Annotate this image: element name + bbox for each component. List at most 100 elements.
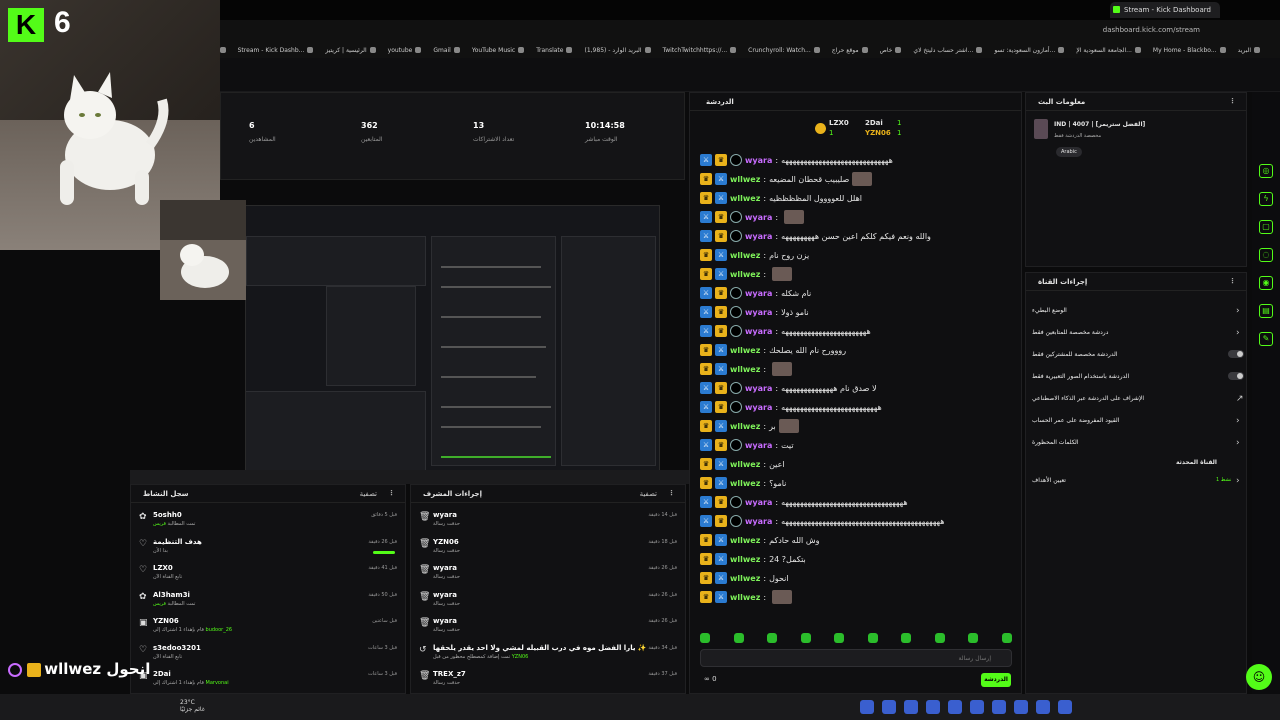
- bookmark-item[interactable]: My Home - Blackbo...: [1153, 47, 1226, 54]
- bookmark-item[interactable]: Gmail: [433, 47, 460, 54]
- chat-username[interactable]: wllwez: [730, 270, 760, 279]
- chat-username[interactable]: wyara: [745, 289, 772, 298]
- app-icon[interactable]: [904, 700, 918, 714]
- channel-action-row[interactable]: دردشة مخصصة للمتابعين فقط ›: [1032, 328, 1242, 349]
- chat-username[interactable]: wllwez: [730, 251, 760, 260]
- chat-username[interactable]: wllwez: [730, 175, 760, 184]
- more-icon[interactable]: ⋮: [1229, 277, 1236, 285]
- chat-message[interactable]: ⚔ ♛ wyara: هههههههههههههههههههههههههههههههه…: [700, 512, 944, 530]
- app-icon[interactable]: [860, 700, 874, 714]
- channel-action-row[interactable]: الكلمات المحظورة ›: [1032, 438, 1242, 459]
- log-row[interactable]: 🗑 YZN06 حذفت رسالة قبل 18 دقيقة: [411, 536, 685, 562]
- chat-username[interactable]: wllwez: [730, 555, 760, 564]
- chat-message[interactable]: ⚔ ♛ wyara: هههههههههههههههههههههههههههههه: [700, 151, 893, 169]
- chat-input[interactable]: إرسال رسالة: [700, 649, 1012, 667]
- bookmark-item[interactable]: YouTube Music: [472, 47, 525, 54]
- bookmark-item[interactable]: خاص: [880, 47, 902, 54]
- tools-icon[interactable]: ✎: [1259, 332, 1273, 346]
- chat-username[interactable]: wllwez: [730, 346, 760, 355]
- channel-action-row[interactable]: الدردشة باستخدام الصور التعبيرية فقط: [1032, 372, 1244, 393]
- chat-leaderboard[interactable]: LZX0 1 2Dai YZN06 1 1: [815, 117, 905, 143]
- log-row[interactable]: ↺ يارا الفضل موه في درب القبيله لمشي ولا …: [411, 642, 685, 668]
- app-icon[interactable]: [992, 700, 1006, 714]
- chat-bubble-fab-icon[interactable]: ☺: [1246, 664, 1272, 690]
- log-row[interactable]: ✿ 5oshh0 تمت المطالبة قريس قبل 5 دقائق: [131, 509, 405, 535]
- chat-message[interactable]: ⚔ ♛ wyara: لا صدق نام ههههههههههههههه: [700, 379, 877, 397]
- app-icon[interactable]: [948, 700, 962, 714]
- chat-username[interactable]: wllwez: [730, 574, 760, 583]
- chat-username[interactable]: wyara: [745, 441, 772, 450]
- chat-message[interactable]: ⚔ ♛ wyara:: [700, 208, 805, 226]
- chat-message[interactable]: ♛ ⚔ wllwez: وش الله حادكم: [700, 531, 819, 549]
- log-row[interactable]: 🗑 wyara حذفت رسالة قبل 26 دقيقة: [411, 615, 685, 641]
- chat-message[interactable]: ♛ ⚔ wllwez: اهلل للعوووول المظظظظيه: [700, 189, 862, 207]
- channel-action-row[interactable]: الإشراف على الدردشة عبر الذكاء الاصطناعي…: [1032, 394, 1244, 415]
- chat-username[interactable]: wllwez: [730, 194, 760, 203]
- tab-kick-dashboard[interactable]: Stream - Kick Dashboard: [1110, 2, 1220, 18]
- bookmark-item[interactable]: موقع حراج: [832, 47, 868, 54]
- emote-icon[interactable]: [934, 633, 945, 643]
- channel-action-row[interactable]: الوضع البطيء ›: [1032, 306, 1242, 327]
- log-row[interactable]: ♡ LZX0 تابع القناة الآن قبل 41 دقيقة: [131, 562, 405, 588]
- bookmark-item[interactable]: TwitchTwitchhttps://...: [663, 47, 737, 54]
- chat-message[interactable]: ♛ ⚔ wllwez: رووورح نام الله يصلحك: [700, 341, 846, 359]
- more-icon[interactable]: ⋮: [1229, 97, 1236, 105]
- stream-preview[interactable]: [245, 205, 660, 475]
- chat-username[interactable]: wyara: [745, 384, 772, 393]
- emote-icon[interactable]: [767, 633, 778, 643]
- chat-message[interactable]: ♛ ⚔ wllwez:24 ?بتكمل: [700, 550, 806, 568]
- bookmark-item[interactable]: Stream - Kick Dashb...: [238, 47, 314, 54]
- bookmark-item[interactable]: أمازون السعودية: تسو...: [994, 47, 1065, 54]
- chat-message[interactable]: ♛ ⚔ wllwez: نامو؟: [700, 474, 786, 492]
- chat-username[interactable]: wyara: [745, 232, 772, 241]
- toggle-switch[interactable]: [1228, 372, 1244, 380]
- bookmark-item[interactable]: الجامعة السعودية الإ...: [1076, 47, 1141, 54]
- camera-icon[interactable]: ◎: [1259, 164, 1273, 178]
- bookmark-item[interactable]: الرئيسية | كريتيز: [325, 47, 376, 54]
- emote-icon[interactable]: [968, 633, 979, 643]
- app-icon[interactable]: [970, 700, 984, 714]
- log-row[interactable]: ✿ Al3ham3i تمت المطالبة قريس قبل 50 دقيقة: [131, 589, 405, 615]
- more-icon[interactable]: ⋮: [668, 489, 675, 497]
- chat-message[interactable]: ⚔ ♛ wyara: هههههههههههههههههههههههههههههههه…: [700, 493, 908, 511]
- app-icon[interactable]: [926, 700, 940, 714]
- app-icon[interactable]: [1058, 700, 1072, 714]
- chat-message[interactable]: ⚔ ♛ wyara: والله ونعم فيكم كلكم اعين حسن هه…: [700, 227, 931, 245]
- chat-username[interactable]: wyara: [745, 308, 772, 317]
- address-bar[interactable]: dashboard.kick.com/stream: [220, 20, 1280, 42]
- broadcast-icon[interactable]: ◉: [1259, 276, 1273, 290]
- chat-message[interactable]: ♛ ⚔ wllwez: يزن روح نام: [700, 246, 809, 264]
- chat-username[interactable]: wllwez: [730, 460, 760, 469]
- channel-action-row[interactable]: القيود المفروضة على عمر الحساب ›: [1032, 416, 1242, 437]
- lightning-icon[interactable]: ϟ: [1259, 192, 1273, 206]
- chat-message[interactable]: ⚔ ♛ wyara: ههههههههههههههههههههههههههه: [700, 398, 882, 416]
- chat-username[interactable]: wyara: [745, 498, 772, 507]
- app-icon[interactable]: [1036, 700, 1050, 714]
- chat-message[interactable]: ♛ ⚔ wllwez: اعين: [700, 455, 785, 473]
- bookmark-item[interactable]: Crunchyroll: Watch...: [748, 47, 820, 54]
- clipboard-icon[interactable]: ▢: [1259, 220, 1273, 234]
- chat-message[interactable]: ♛ ⚔ wllwez:: [700, 265, 793, 283]
- chat-username[interactable]: wyara: [745, 213, 772, 222]
- chat-username[interactable]: wyara: [745, 517, 772, 526]
- chat-bubble-icon[interactable]: ◌: [1259, 248, 1273, 262]
- filter-button[interactable]: تصفية: [360, 490, 377, 498]
- app-icon[interactable]: [882, 700, 896, 714]
- chat-message[interactable]: ⚔ ♛ wyara: تيت: [700, 436, 794, 454]
- emote-icon[interactable]: [1001, 633, 1012, 643]
- toggle-switch[interactable]: [1228, 350, 1244, 358]
- log-row[interactable]: ▣ 2Dai قام بإهداء 1 اشتراك إلى Marvonai قبل…: [131, 668, 405, 694]
- chat-username[interactable]: wllwez: [730, 365, 760, 374]
- chat-message[interactable]: ⚔ ♛ wyara: هههههههههههههههههههههههه: [700, 322, 871, 340]
- bookmark-item[interactable]: youtube: [388, 47, 422, 54]
- bookmark-item[interactable]: البريد الوارد - (1,985): [584, 47, 651, 54]
- log-row[interactable]: 🗑 wyara حذفت رسالة قبل 26 دقيقة: [411, 589, 685, 615]
- chat-send-button[interactable]: الدردشة: [981, 673, 1011, 687]
- log-row[interactable]: ♡ هدف التنظيمة بدا الأن قبل 26 دقيقة: [131, 536, 405, 562]
- emote-icon[interactable]: [800, 633, 811, 643]
- emote-icon[interactable]: [901, 633, 912, 643]
- bookmark-item[interactable]: اشتر حساب دليتخ لاي...: [913, 47, 983, 54]
- chat-username[interactable]: wyara: [745, 327, 772, 336]
- log-row[interactable]: 🗑 wyara حذفت رسالة قبل 14 دقيقة: [411, 509, 685, 535]
- emote-icon[interactable]: [733, 633, 744, 643]
